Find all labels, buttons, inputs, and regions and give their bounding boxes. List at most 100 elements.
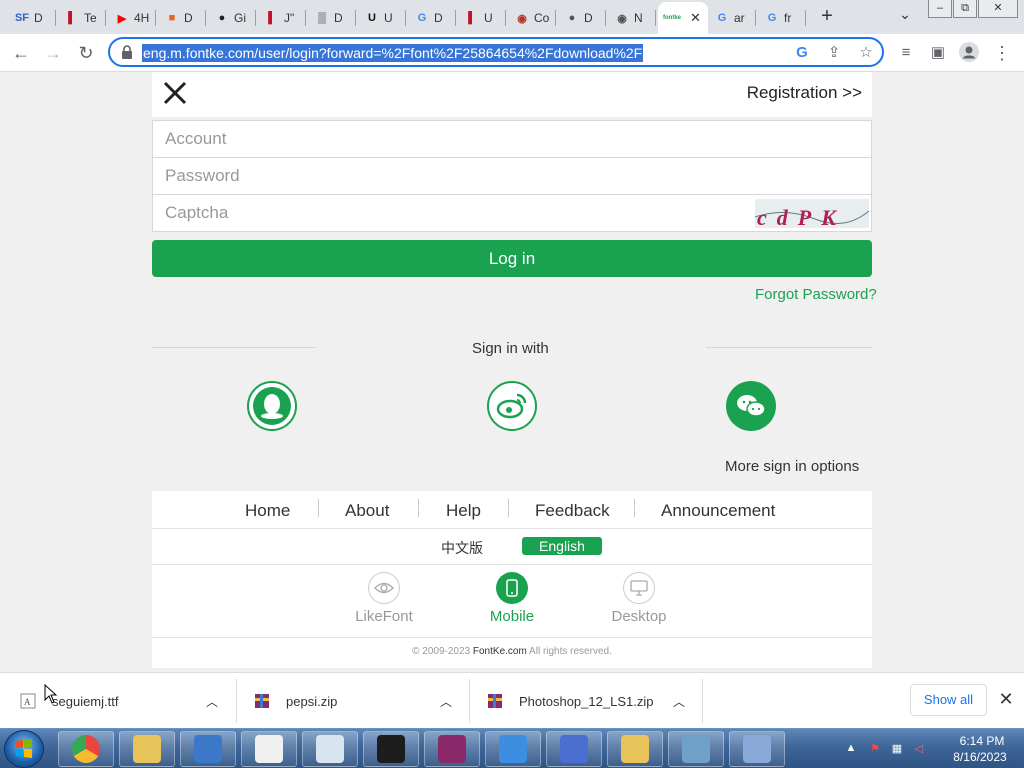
nav-announcement[interactable]: Announcement (661, 501, 775, 521)
reload-icon[interactable]: ↻ (75, 42, 97, 64)
taskbar-app-chrome[interactable] (58, 731, 114, 767)
close-tab-icon[interactable]: ✕ (690, 10, 701, 26)
nav-about[interactable]: About (345, 501, 389, 521)
address-bar[interactable]: eng.m.fontke.com/user/login?forward=%2Ff… (108, 37, 884, 67)
tab-title: J" (284, 11, 295, 25)
google-translate-icon[interactable]: G (792, 43, 812, 63)
download-item[interactable]: Photoshop_12_LS1.zip ︿ (487, 681, 697, 721)
taskbar-app-remote-desktop[interactable] (180, 731, 236, 767)
lock-icon[interactable] (120, 44, 134, 60)
new-tab-button[interactable]: + (815, 5, 839, 29)
taskbar-app-7zip[interactable] (241, 731, 297, 767)
tab-separator (755, 10, 756, 26)
tab-title: N (634, 11, 643, 25)
minimize-button[interactable]: – (928, 0, 952, 18)
nav-feedback[interactable]: Feedback (535, 501, 610, 521)
chevron-up-icon[interactable]: ︿ (440, 693, 452, 710)
tab-favicon-icon: ■ (168, 12, 176, 24)
device-likefont[interactable]: LikeFont (349, 572, 419, 625)
browser-tab[interactable]: UU (358, 4, 406, 32)
browser-tab[interactable]: ▒ D (308, 4, 356, 32)
media-control-icon[interactable]: ≡ (895, 42, 917, 64)
taskbar-app-explorer[interactable] (119, 731, 175, 767)
start-button[interactable] (4, 730, 44, 768)
lang-chinese[interactable]: 中文版 (441, 538, 483, 558)
browser-tab[interactable]: fontke ✕ (658, 2, 708, 34)
nav-home[interactable]: Home (245, 501, 290, 521)
url-text[interactable]: eng.m.fontke.com/user/login?forward=%2Ff… (142, 44, 644, 62)
tab-separator (105, 10, 106, 26)
taskbar-app-font-app[interactable] (729, 731, 785, 767)
weibo-icon[interactable] (487, 381, 537, 431)
captcha-input[interactable]: Captcha cdPK (153, 195, 871, 232)
back-arrow-icon[interactable]: ← (10, 42, 32, 64)
browser-tab[interactable]: ● D (558, 4, 606, 32)
browser-tab[interactable]: ▌ Te (58, 4, 106, 32)
device-desktop[interactable]: Desktop (604, 572, 674, 625)
download-item[interactable]: pepsi.zip ︿ (254, 681, 464, 721)
chevron-up-icon[interactable]: ︿ (673, 693, 685, 710)
more-sign-in-options-link[interactable]: More sign in options (725, 458, 859, 475)
network-icon[interactable]: ▦ (890, 742, 904, 756)
tab-separator (55, 10, 56, 26)
tab-favicon-icon: U (368, 12, 376, 24)
login-button[interactable]: Log in (152, 240, 872, 277)
browser-tab[interactable]: ■ D (158, 4, 206, 32)
footer-nav: Home About Help Feedback Announcement (152, 491, 872, 529)
clock-date[interactable]: 8/16/2023 (944, 750, 1016, 764)
action-center-icon[interactable]: ⚑ (868, 742, 882, 756)
chevron-up-icon[interactable]: ︿ (206, 693, 218, 710)
volume-muted-icon[interactable]: ◁ (912, 742, 926, 756)
bookmark-star-icon[interactable]: ☆ (856, 43, 876, 63)
clock-time[interactable]: 6:14 PM (952, 734, 1012, 748)
footer: Home About Help Feedback Announcement 中文… (152, 491, 872, 668)
nav-help[interactable]: Help (446, 501, 481, 521)
browser-tab[interactable]: ● Gi (208, 4, 256, 32)
forgot-password-link[interactable]: Forgot Password? (755, 286, 877, 303)
browser-tab[interactable]: ▶ 4H (108, 4, 156, 32)
tab-separator (655, 10, 656, 26)
taskbar-app-winrar[interactable] (424, 731, 480, 767)
menu-kebab-icon[interactable]: ⋮ (991, 42, 1013, 64)
tab-title: D (184, 11, 193, 25)
taskbar-app-lambda-app[interactable] (668, 731, 724, 767)
close-icon[interactable] (162, 80, 188, 106)
browser-tab[interactable]: GD (408, 4, 456, 32)
share-icon[interactable]: ⇪ (824, 43, 844, 63)
browser-tab[interactable]: ▌ J" (258, 4, 306, 32)
password-input[interactable]: Password (153, 158, 871, 195)
registration-link[interactable]: Registration >> (747, 83, 862, 103)
nav-separator (318, 499, 319, 517)
rar-file-icon (255, 694, 269, 708)
show-hidden-icons-icon[interactable]: ▲ (844, 742, 858, 756)
side-panel-icon[interactable]: ▣ (927, 42, 949, 64)
qq-icon[interactable] (247, 381, 297, 431)
browser-tab[interactable]: Gfr (758, 4, 806, 32)
lang-english[interactable]: English (522, 537, 602, 555)
taskbar-app-qbittorrent[interactable] (485, 731, 541, 767)
taskbar-app-notepad[interactable] (302, 731, 358, 767)
tab-favicon-icon: ▌ (268, 12, 276, 24)
captcha-image[interactable]: cdPK (754, 199, 870, 230)
browser-tab[interactable]: SF D (8, 4, 56, 32)
browser-tab[interactable]: ▌ U (458, 4, 506, 32)
close-icon[interactable]: ✕ (996, 689, 1016, 709)
taskbar-app-cat-app[interactable] (363, 731, 419, 767)
account-input[interactable]: Account (153, 121, 871, 158)
tab-search-icon[interactable]: ⌄ (893, 6, 917, 28)
monitor-icon (623, 572, 655, 604)
winrar-icon (438, 735, 466, 763)
close-window-button[interactable]: ✕ (978, 0, 1018, 18)
taskbar-app-shield-app[interactable] (607, 731, 663, 767)
show-all-button[interactable]: Show all (910, 684, 987, 716)
forward-arrow-icon[interactable]: → (42, 42, 64, 64)
taskbar-app-infinity-app[interactable] (546, 731, 602, 767)
device-mobile[interactable]: Mobile (477, 572, 547, 625)
login-form: Account Password Captcha cdPK (152, 120, 872, 232)
browser-tab[interactable]: Gar (708, 4, 756, 32)
browser-tab[interactable]: ◉ Co (508, 4, 556, 32)
browser-tab[interactable]: ◉ N (608, 4, 656, 32)
profile-avatar-icon[interactable] (958, 42, 980, 64)
restore-button[interactable]: ⧉ (953, 0, 977, 18)
wechat-icon[interactable] (726, 381, 776, 431)
